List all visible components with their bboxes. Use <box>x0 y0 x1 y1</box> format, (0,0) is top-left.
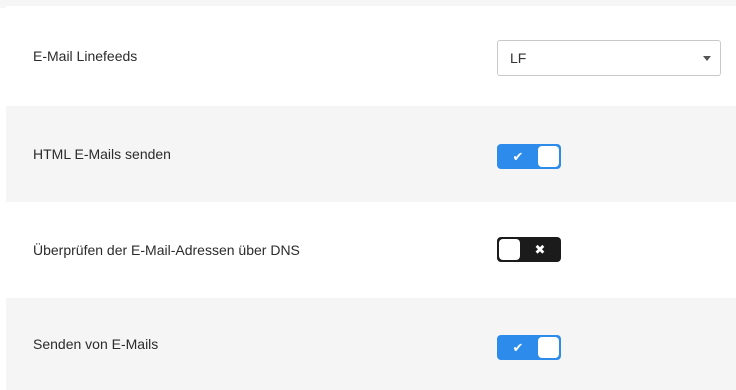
setting-label-html-emails: HTML E-Mails senden <box>33 146 171 162</box>
send-emails-control: ✔ <box>497 335 561 360</box>
email-settings-panel: E-Mail Linefeeds LF HTML E-Mails senden … <box>6 6 736 390</box>
toggle-knob <box>538 146 559 167</box>
check-icon: ✔ <box>512 149 524 164</box>
x-icon: ✖ <box>534 242 546 257</box>
dns-check-control: ✖ <box>497 237 561 262</box>
setting-row-linefeeds: E-Mail Linefeeds LF <box>6 6 736 106</box>
html-emails-control: ✔ <box>497 144 561 169</box>
html-emails-toggle[interactable]: ✔ <box>497 144 561 169</box>
check-icon: ✔ <box>512 340 524 355</box>
linefeeds-control: LF <box>497 40 721 76</box>
toggle-knob <box>538 337 559 358</box>
dns-check-toggle[interactable]: ✖ <box>497 237 561 262</box>
setting-label-send-emails: Senden von E-Mails <box>33 336 159 352</box>
linefeeds-select[interactable]: LF <box>497 40 721 76</box>
setting-row-html-emails: HTML E-Mails senden ✔ <box>6 106 736 202</box>
toggle-knob <box>499 239 520 260</box>
setting-row-dns-check: Überprüfen der E-Mail-Adressen über DNS … <box>6 202 736 298</box>
send-emails-toggle[interactable]: ✔ <box>497 335 561 360</box>
linefeeds-selected-value: LF <box>510 50 527 66</box>
setting-label-linefeeds: E-Mail Linefeeds <box>33 48 138 64</box>
setting-row-send-emails: Senden von E-Mails ✔ <box>6 298 736 390</box>
setting-label-dns-check: Überprüfen der E-Mail-Adressen über DNS <box>33 242 300 258</box>
chevron-down-icon <box>703 56 711 61</box>
